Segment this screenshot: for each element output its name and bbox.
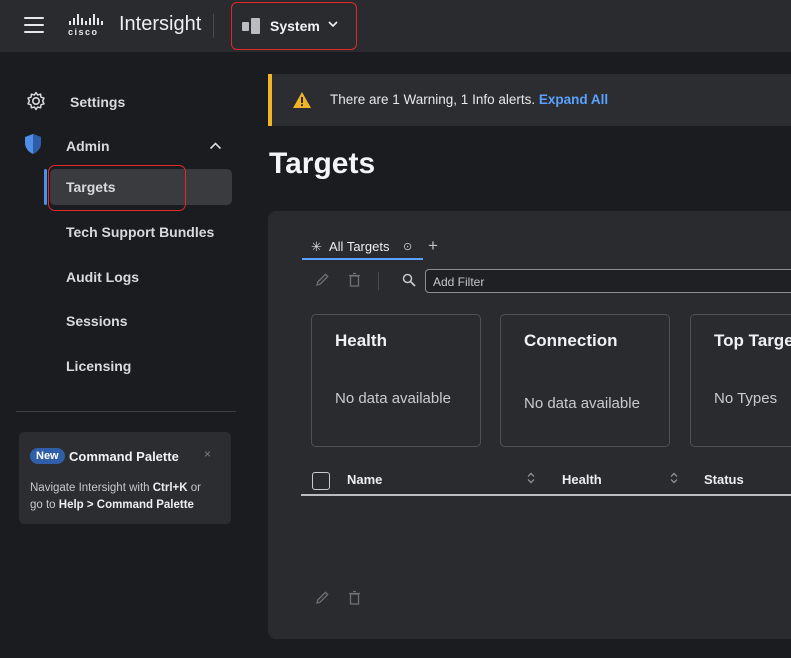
add-tab-icon[interactable]: + (428, 236, 438, 256)
new-badge: New (30, 448, 65, 464)
tab-label: All Targets (329, 239, 390, 254)
logo-word: cisco (68, 27, 99, 37)
sidebar-item-licensing[interactable]: Licensing (50, 348, 232, 384)
health-card[interactable]: Health No data available (311, 314, 481, 447)
asterisk-icon: ✳ (311, 239, 322, 254)
toolbar-divider (378, 272, 379, 290)
delete-icon[interactable] (348, 272, 361, 290)
command-palette-description: Navigate Intersight with Ctrl+K or go to… (30, 482, 201, 511)
card-body: No data available (335, 390, 451, 407)
filter-placeholder: Add Filter (433, 275, 485, 289)
shield-icon (23, 133, 45, 155)
chevron-up-icon[interactable] (209, 138, 222, 156)
close-icon[interactable]: × (204, 447, 211, 461)
edit-icon[interactable] (315, 590, 330, 608)
sidebar-item-label: Admin (66, 138, 110, 154)
warning-icon (292, 91, 312, 109)
sidebar-item-label: Tech Support Bundles (66, 224, 215, 240)
sidebar-item-admin[interactable]: Admin (0, 124, 250, 164)
menu-icon[interactable] (24, 17, 44, 33)
gear-icon (25, 90, 47, 112)
sidebar-item-settings[interactable]: Settings (0, 80, 250, 120)
sidebar-item-sessions[interactable]: Sessions (50, 303, 232, 339)
command-palette-title: Command Palette (69, 449, 179, 464)
select-all-checkbox[interactable] (312, 472, 330, 490)
command-palette-card: New Command Palette × Navigate Intersigh… (19, 432, 231, 524)
alert-banner: There are 1 Warning, 1 Info alerts. Expa… (268, 74, 791, 126)
scope-selector[interactable]: System (231, 2, 357, 50)
column-header-status[interactable]: Status (704, 472, 744, 487)
sidebar-item-label: Targets (66, 179, 116, 195)
expand-all-link[interactable]: Expand All (539, 92, 608, 107)
delete-icon[interactable] (348, 590, 361, 608)
top-bar: cisco Intersight System (0, 0, 791, 52)
topbar-divider (213, 14, 214, 38)
page-title: Targets (269, 147, 376, 180)
sort-icon[interactable] (670, 472, 678, 485)
targets-panel: ✳ All Targets ⊙ + Add Filter Health No d… (268, 211, 791, 639)
sidebar-item-label: Licensing (66, 358, 132, 374)
sidebar-item-label: Settings (70, 94, 126, 110)
sidebar-item-audit-logs[interactable]: Audit Logs (50, 259, 232, 295)
card-body: No Types (714, 390, 778, 407)
edit-icon[interactable] (315, 272, 330, 290)
sort-icon[interactable] (527, 472, 535, 485)
scope-label: System (270, 18, 320, 34)
sidebar-item-targets[interactable]: Targets (44, 169, 232, 205)
tab-settings-icon[interactable]: ⊙ (403, 240, 412, 253)
card-title: Top Targe (714, 331, 791, 350)
app-title: Intersight (119, 13, 202, 35)
alert-message: There are 1 Warning, 1 Info alerts. Expa… (330, 92, 609, 107)
column-header-health[interactable]: Health (562, 472, 602, 487)
card-title: Connection (524, 331, 618, 350)
sidebar-item-label: Sessions (66, 313, 128, 329)
search-icon (402, 273, 416, 290)
sidebar-item-tech-support-bundles[interactable]: Tech Support Bundles (50, 214, 232, 250)
column-header-name[interactable]: Name (347, 472, 382, 487)
card-body: No data available (524, 395, 640, 412)
top-targets-card[interactable]: Top Targe No Types (690, 314, 791, 447)
filter-input[interactable]: Add Filter (425, 269, 791, 293)
connection-card[interactable]: Connection No data available (500, 314, 670, 447)
table-header: Name Health Status (301, 466, 791, 496)
sidebar: Settings Admin Targets Tech Support Bund… (0, 52, 250, 658)
server-icon (242, 18, 262, 34)
sidebar-item-label: Audit Logs (66, 269, 140, 285)
cisco-logo: cisco (68, 14, 104, 38)
sidebar-divider (16, 411, 236, 412)
card-title: Health (335, 331, 387, 350)
chevron-down-icon (327, 18, 339, 33)
tab-underline (302, 258, 423, 260)
